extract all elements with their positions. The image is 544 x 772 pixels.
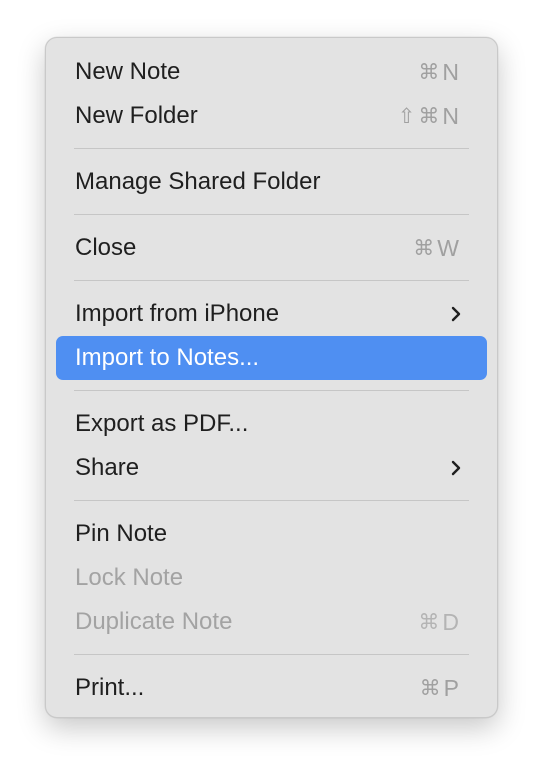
menu-item-duplicate-note: Duplicate Note ⌘ D [56, 600, 487, 644]
menu-item-label: Print... [75, 674, 145, 701]
shortcut-key: N [442, 58, 459, 85]
menu-item-label: Share [75, 454, 140, 481]
menu-item-label: Pin Note [75, 520, 168, 547]
menu-separator [74, 148, 469, 149]
menu-separator [74, 214, 469, 215]
menu-item-label: Export as PDF... [75, 410, 249, 437]
menu-item-label: Duplicate Note [75, 608, 233, 635]
menu-separator [74, 654, 469, 655]
menu-item-manage-shared-folder[interactable]: Manage Shared Folder [56, 160, 487, 204]
shortcut-key: D [442, 608, 459, 635]
command-icon: ⌘ [418, 60, 440, 84]
menu-separator [74, 280, 469, 281]
shortcut: ⌘ D [418, 609, 459, 636]
shift-icon: ⇧ [397, 104, 416, 128]
menu-item-label: New Note [75, 58, 181, 85]
menu-item-pin-note[interactable]: Pin Note [56, 512, 487, 556]
menu-item-new-note[interactable]: New Note ⌘ N [56, 50, 487, 94]
shortcut: ⌘ N [418, 59, 459, 86]
menu-separator [74, 390, 469, 391]
menu-item-print[interactable]: Print... ⌘ P [56, 666, 487, 710]
shortcut-key: W [437, 234, 459, 261]
command-icon: ⌘ [418, 610, 440, 634]
chevron-right-icon [451, 460, 461, 476]
menu-item-label: Lock Note [75, 564, 184, 591]
menu-item-import-from-iphone[interactable]: Import from iPhone [56, 292, 487, 336]
menu-item-close[interactable]: Close ⌘ W [56, 226, 487, 270]
menu-item-label: Import from iPhone [75, 300, 280, 327]
shortcut: ⌘ P [420, 675, 459, 702]
menu-item-new-folder[interactable]: New Folder ⇧ ⌘ N [56, 94, 487, 138]
file-menu: New Note ⌘ N New Folder ⇧ ⌘ N Manage Sha… [45, 37, 498, 718]
menu-item-export-as-pdf[interactable]: Export as PDF... [56, 402, 487, 446]
shortcut: ⇧ ⌘ N [398, 103, 459, 130]
command-icon: ⌘ [413, 236, 435, 260]
chevron-right-icon [451, 306, 461, 322]
menu-item-label: New Folder [75, 102, 198, 129]
command-icon: ⌘ [418, 104, 440, 128]
menu-item-lock-note: Lock Note [56, 556, 487, 600]
menu-item-share[interactable]: Share [56, 446, 487, 490]
menu-item-import-to-notes[interactable]: Import to Notes... [56, 336, 487, 380]
shortcut: ⌘ W [413, 235, 459, 262]
shortcut-key: N [442, 102, 459, 129]
menu-item-label: Manage Shared Folder [75, 168, 321, 195]
command-icon: ⌘ [419, 676, 441, 700]
menu-separator [74, 500, 469, 501]
shortcut-key: P [443, 674, 459, 701]
menu-item-label: Import to Notes... [75, 344, 260, 371]
menu-item-label: Close [75, 234, 137, 261]
